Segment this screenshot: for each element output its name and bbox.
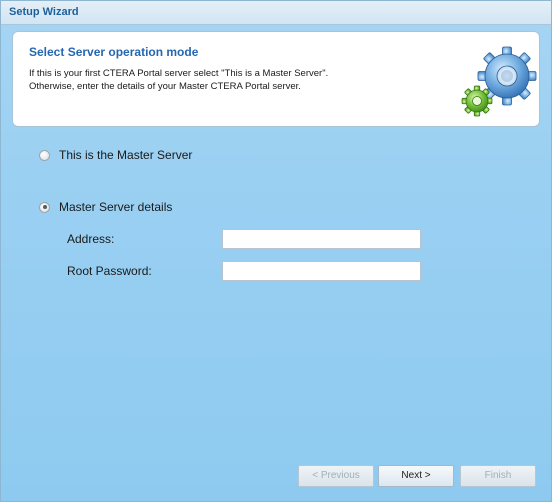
setup-wizard-window: Setup Wizard Select Server operation mod… xyxy=(0,0,552,502)
address-label: Address: xyxy=(67,232,115,246)
previous-button[interactable]: < Previous xyxy=(298,465,374,487)
header-description-line-2: Otherwise, enter the details of your Mas… xyxy=(29,81,301,92)
address-input[interactable] xyxy=(222,229,421,249)
header-panel: Select Server operation mode If this is … xyxy=(12,31,540,127)
window-title: Setup Wizard xyxy=(9,6,79,18)
header-description-line-1: If this is your first CTERA Portal serve… xyxy=(29,68,329,79)
master-server-details-option[interactable]: Master Server details xyxy=(39,199,172,215)
finish-button[interactable]: Finish xyxy=(460,465,536,487)
gears-icon xyxy=(461,46,537,117)
master-server-radio[interactable] xyxy=(39,149,50,161)
title-bar: Setup Wizard xyxy=(1,1,551,25)
header-title: Select Server operation mode xyxy=(29,45,199,59)
master-server-details-label: Master Server details xyxy=(59,200,173,214)
master-server-option[interactable]: This is the Master Server xyxy=(39,147,192,163)
master-server-details-radio[interactable] xyxy=(39,201,50,213)
root-password-label: Root Password: xyxy=(67,264,152,278)
master-server-label: This is the Master Server xyxy=(59,148,193,162)
next-button[interactable]: Next > xyxy=(378,465,454,487)
root-password-input[interactable] xyxy=(222,261,421,281)
